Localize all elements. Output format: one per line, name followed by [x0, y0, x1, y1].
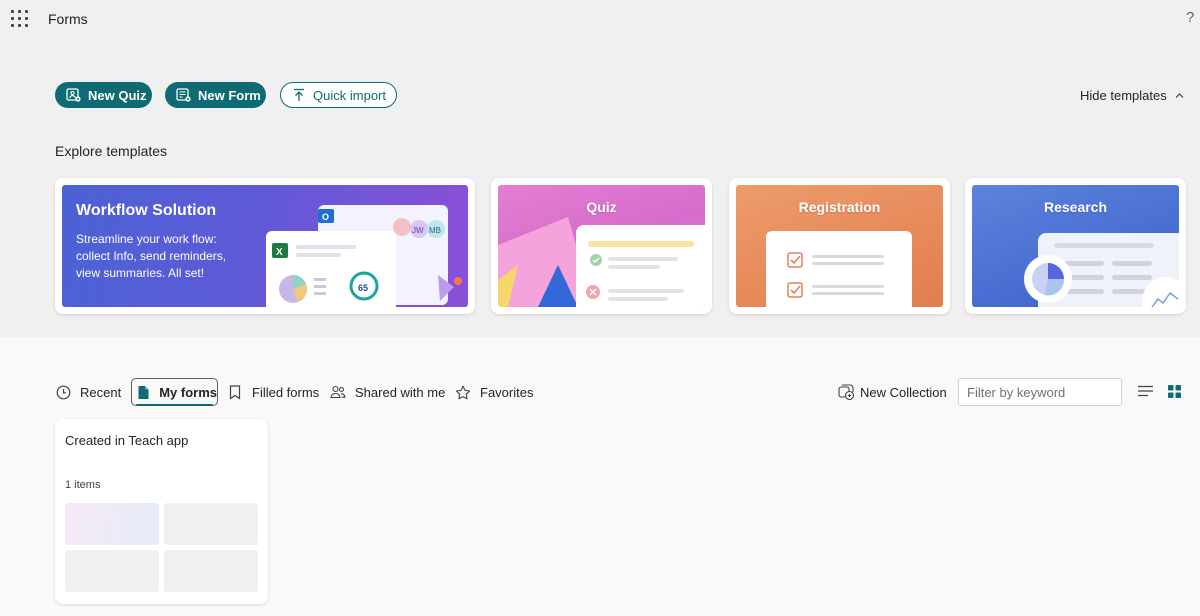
svg-text:JW: JW [412, 226, 424, 235]
tab-my-forms-label: My forms [159, 384, 217, 400]
tab-filled-forms-label: Filled forms [252, 384, 320, 400]
workflow-title: Workflow Solution [76, 202, 217, 219]
quick-import-button[interactable]: Quick import [280, 82, 397, 108]
svg-text:X: X [276, 247, 283, 258]
tab-recent[interactable]: Recent [55, 378, 121, 406]
quiz-card-label: Quiz [586, 199, 617, 215]
collection-thumbnail-empty [164, 503, 258, 545]
tab-favorites[interactable]: Favorites [455, 378, 533, 406]
new-form-button[interactable]: New Form [165, 82, 266, 108]
grid-view-icon[interactable] [1168, 385, 1181, 398]
form-icon [176, 88, 191, 102]
collection-card[interactable]: Created in Teach app 1 items [55, 419, 268, 604]
quiz-illustration: Quiz [498, 185, 705, 307]
collection-add-icon [838, 384, 854, 400]
registration-card-label: Registration [798, 199, 881, 215]
explore-templates-heading: Explore templates [55, 143, 168, 159]
collection-thumbnail-empty [164, 550, 258, 592]
upload-icon [292, 88, 306, 102]
template-card-quiz[interactable]: Quiz [491, 178, 712, 314]
collection-count: 1 items [65, 479, 101, 491]
quick-import-label: Quick import [313, 87, 386, 103]
workflow-description: Streamline your work flow: collect Info,… [76, 232, 227, 280]
bookmark-icon [227, 384, 243, 400]
list-view-icon[interactable] [1138, 385, 1153, 397]
tab-favorites-label: Favorites [480, 384, 534, 400]
tab-recent-label: Recent [80, 384, 122, 400]
tab-my-forms[interactable]: My forms [131, 378, 218, 406]
app-title: Forms [48, 11, 88, 27]
chevron-up-icon [1175, 93, 1184, 98]
tab-shared-label: Shared with me [355, 384, 446, 400]
template-card-registration[interactable]: Registration [729, 178, 950, 314]
tab-filled-forms[interactable]: Filled forms [227, 378, 319, 406]
help-icon[interactable]: ? [1186, 9, 1194, 26]
svg-text:MB: MB [429, 226, 441, 235]
app-launcher-icon[interactable] [11, 10, 29, 28]
svg-text:65: 65 [358, 283, 368, 293]
quiz-icon [66, 88, 81, 102]
svg-text:O: O [322, 212, 329, 222]
clock-icon [55, 384, 71, 400]
new-collection-label: New Collection [860, 384, 947, 400]
hide-templates-label: Hide templates [1080, 88, 1167, 103]
new-collection-button[interactable]: New Collection [838, 384, 947, 400]
people-icon [330, 384, 346, 400]
collection-title: Created in Teach app [65, 433, 189, 448]
workflow-illustration: Workflow Solution Streamline your work f… [62, 185, 468, 307]
research-illustration: Research [972, 185, 1179, 307]
research-card-label: Research [1043, 199, 1108, 215]
collection-thumbnail-empty [65, 550, 159, 592]
document-icon [137, 384, 150, 400]
registration-illustration: Registration [736, 185, 943, 307]
new-form-label: New Form [198, 87, 261, 103]
template-card-research[interactable]: Research [965, 178, 1186, 314]
template-card-workflow[interactable]: Workflow Solution Streamline your work f… [55, 178, 475, 314]
tab-shared-with-me[interactable]: Shared with me [330, 378, 445, 406]
new-quiz-button[interactable]: New Quiz [55, 82, 152, 108]
new-quiz-label: New Quiz [88, 87, 147, 103]
collection-thumbnail [65, 503, 159, 545]
hide-templates-button[interactable]: Hide templates [1080, 88, 1184, 103]
workflow-art-icon: O X 65 JW MB [266, 205, 462, 307]
filter-keyword-input[interactable] [958, 378, 1122, 406]
star-icon [455, 384, 471, 400]
